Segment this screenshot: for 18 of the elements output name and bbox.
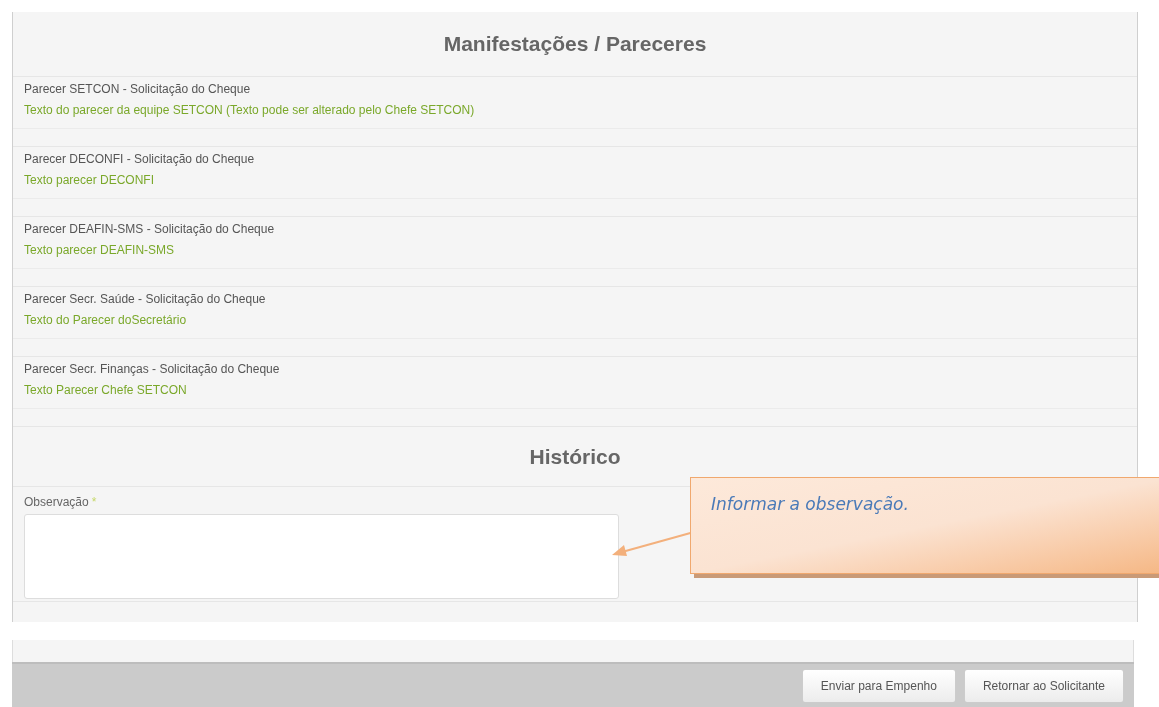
parecer-text: Texto do parecer da equipe SETCON (Texto pode ser alterado pelo Chefe SETCON) [24, 103, 476, 118]
required-mark: * [91, 494, 97, 511]
observation-field[interactable] [24, 514, 619, 599]
parecer-text: Texto parecer DECONFI [24, 173, 156, 188]
section-title: Manifestações / Pareceres [443, 31, 707, 58]
parecer-label: Parecer DECONFI - Solicitação do Cheque [24, 152, 256, 167]
parecer-text: Texto do Parecer doSecretário [24, 313, 188, 328]
parecer-text: Texto parecer DEAFIN-SMS [24, 243, 176, 258]
callout-text: Informar a observação. [711, 494, 909, 514]
parecer-label: Parecer DEAFIN-SMS - Solicitação do Cheque [24, 222, 276, 237]
parecer-label: Parecer Secr. Saúde - Solicitação do Cheque [24, 292, 267, 307]
action-button[interactable]: Enviar para Empenho [801, 668, 956, 703]
parecer-label: Parecer SETCON - Solicitação do Cheque [24, 82, 252, 97]
parecer-label: Parecer Secr. Finanças - Solicitação do Cheque [24, 362, 281, 377]
section-title: Histórico [529, 443, 621, 470]
parecer-text: Texto Parecer Chefe SETCON [24, 383, 188, 398]
action-button[interactable]: Retornar ao Solicitante [963, 668, 1124, 703]
field-label: Observação [24, 494, 89, 511]
